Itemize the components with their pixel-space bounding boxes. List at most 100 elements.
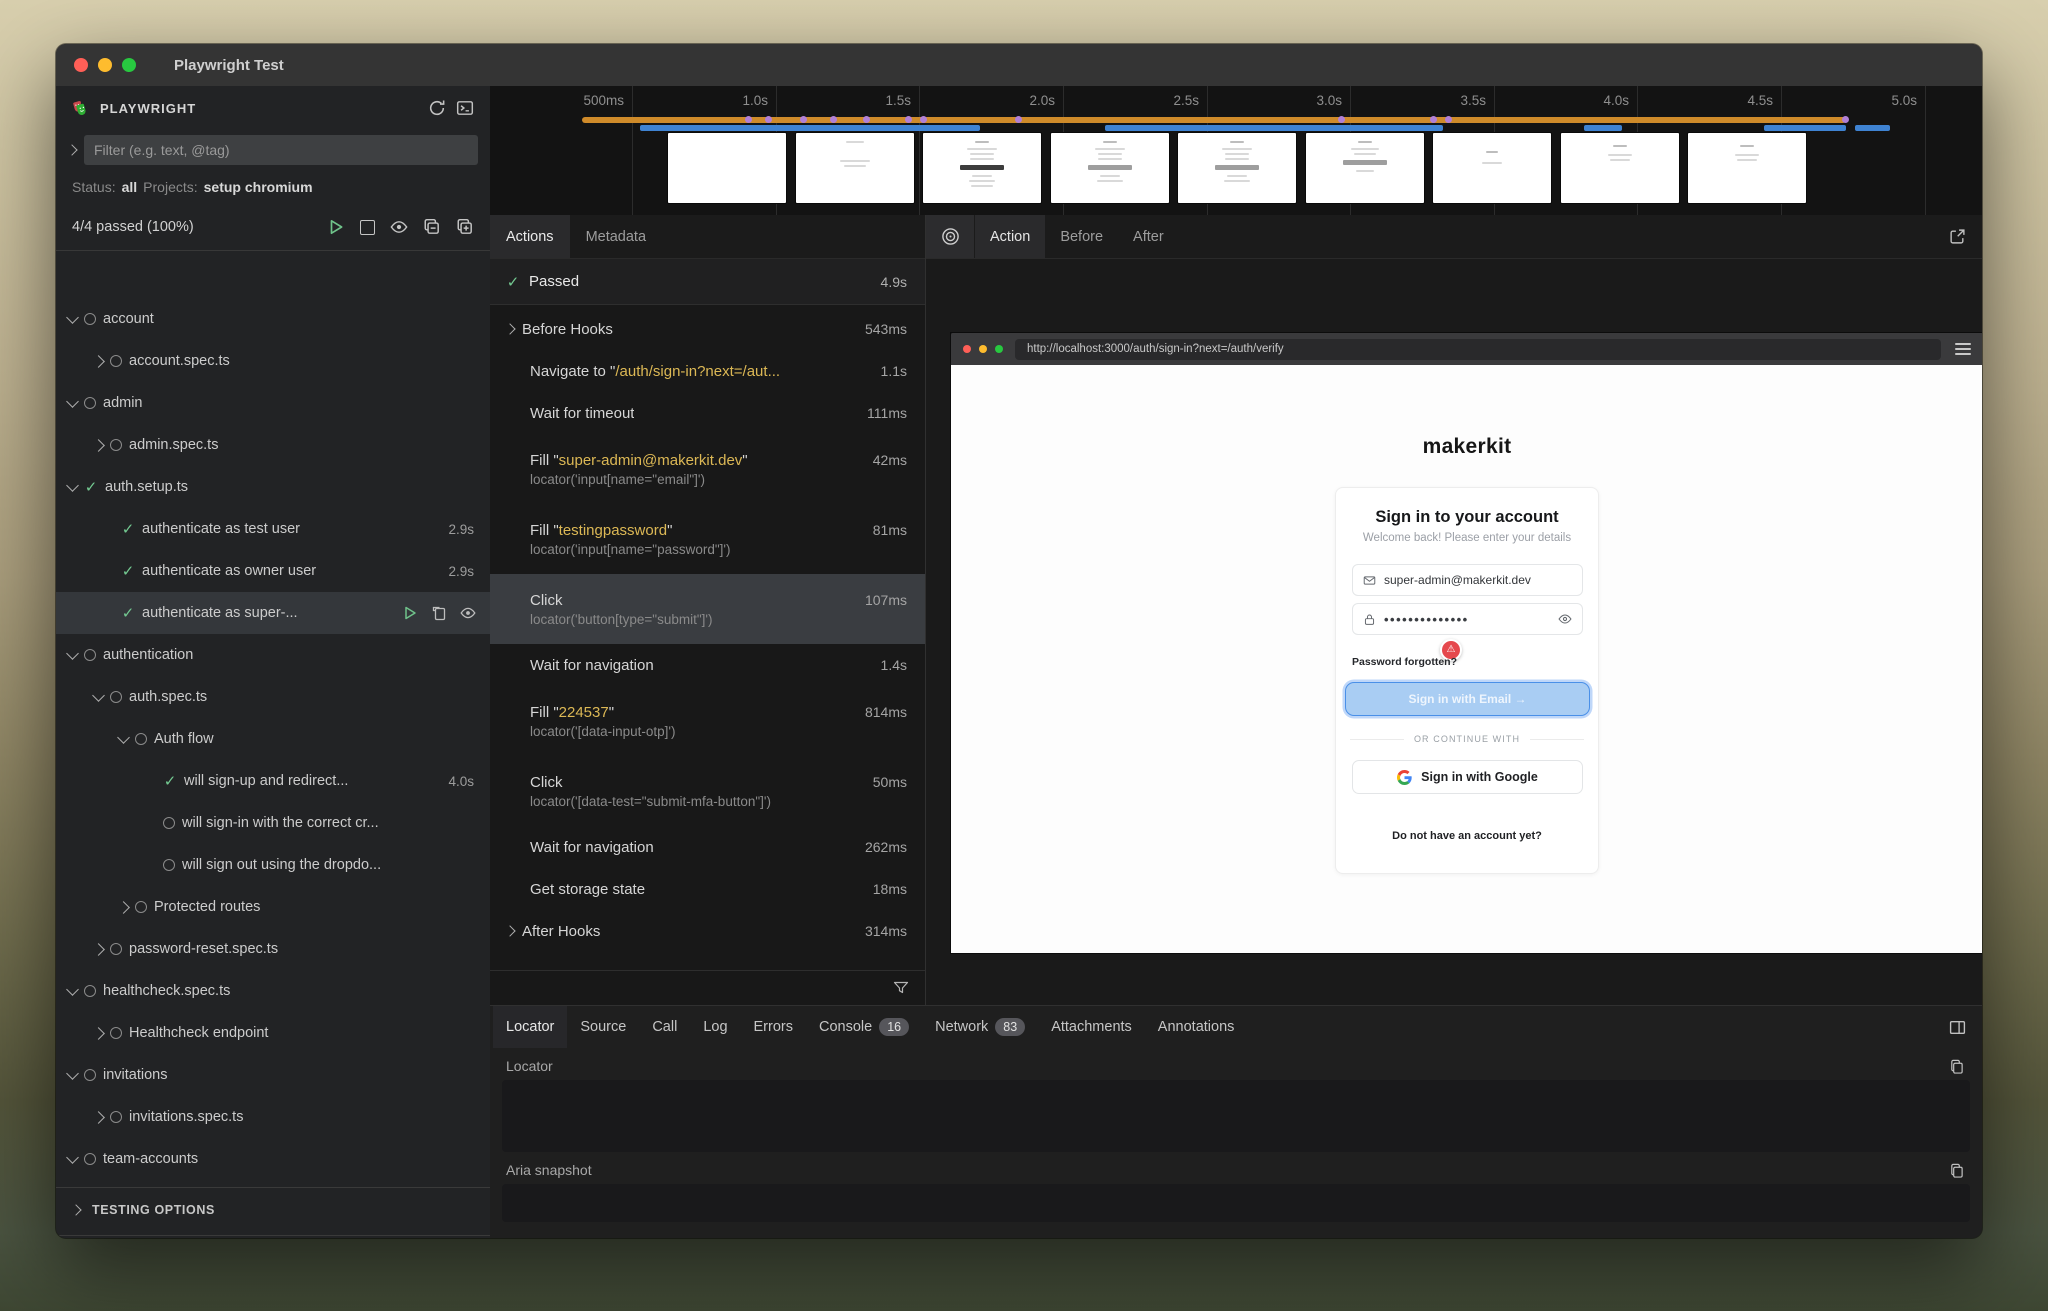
tree-item-signout-dropdown[interactable]: will sign out using the dropdo...	[56, 844, 490, 886]
chevron-down-icon[interactable]	[66, 311, 79, 324]
section-testing-options[interactable]: TESTING OPTIONS	[56, 1187, 490, 1232]
tab-call[interactable]: Call	[639, 1006, 690, 1048]
minimize-window-button[interactable]	[98, 58, 112, 72]
chevron-right-icon[interactable]	[92, 1111, 105, 1124]
show-password-eye-icon[interactable]	[1558, 612, 1572, 626]
tab-attachments[interactable]: Attachments	[1038, 1006, 1145, 1048]
chevron-right-icon[interactable]	[504, 323, 515, 334]
tree-item-auth-flow[interactable]: Auth flow	[56, 718, 490, 760]
film-strip-frame[interactable]	[923, 133, 1041, 203]
chevron-down-icon[interactable]	[66, 647, 79, 660]
film-strip-frame[interactable]	[1306, 133, 1424, 203]
open-external-icon[interactable]	[1949, 215, 1982, 258]
chevron-right-icon[interactable]	[92, 355, 105, 368]
tree-item-auth-setup[interactable]: auth.setup.ts	[56, 466, 490, 508]
signup-prompt-link[interactable]: Do not have an account yet?	[1336, 830, 1598, 842]
action-get-storage-state[interactable]: Get storage state 18ms	[490, 868, 925, 910]
action-fill-password[interactable]: Fill "testingpassword" 81ms locator('inp…	[490, 504, 925, 574]
reload-icon[interactable]	[428, 99, 446, 117]
copy-icon[interactable]	[1949, 1059, 1964, 1074]
chevron-down-icon[interactable]	[66, 479, 79, 492]
signin-google-button[interactable]: Sign in with Google	[1352, 760, 1583, 794]
film-strip-frame[interactable]	[1561, 133, 1679, 203]
tree-item-auth-super-admin[interactable]: authenticate as super-...	[56, 592, 490, 634]
chevron-right-icon[interactable]	[92, 439, 105, 452]
chevron-right-icon[interactable]	[66, 144, 77, 155]
film-strip-frame[interactable]	[1178, 133, 1296, 203]
tree-item-auth-test-user[interactable]: authenticate as test user2.9s	[56, 508, 490, 550]
chevron-right-icon[interactable]	[92, 1027, 105, 1040]
action-fill-email[interactable]: Fill "super-admin@makerkit.dev" 42ms loc…	[490, 434, 925, 504]
tree-item-auth-owner-user[interactable]: authenticate as owner user2.9s	[56, 550, 490, 592]
film-strip-frame[interactable]	[796, 133, 914, 203]
tree-item-signin-correct[interactable]: will sign-in with the correct cr...	[56, 802, 490, 844]
chevron-down-icon[interactable]	[66, 395, 79, 408]
action-click-submit[interactable]: Click 107ms locator('button[type="submit…	[490, 574, 925, 644]
tree-item-protected-routes[interactable]: Protected routes	[56, 886, 490, 928]
tab-annotations[interactable]: Annotations	[1145, 1006, 1248, 1048]
tree-item-healthcheck-endpoint[interactable]: Healthcheck endpoint	[56, 1012, 490, 1054]
tab-actions[interactable]: Actions	[490, 215, 570, 258]
tree-item-admin-spec[interactable]: admin.spec.ts	[56, 424, 490, 466]
tab-errors[interactable]: Errors	[741, 1006, 806, 1048]
run-test-icon[interactable]	[402, 605, 418, 621]
film-strip-frame[interactable]	[668, 133, 786, 203]
forgot-password-link[interactable]: Password forgotten?	[1352, 656, 1457, 668]
film-strip-frame[interactable]	[1433, 133, 1551, 203]
source-file-icon[interactable]	[431, 605, 447, 621]
film-strip-frame[interactable]	[1688, 133, 1806, 203]
pick-locator-target-icon[interactable]	[926, 215, 975, 258]
page-snapshot[interactable]: http://localhost:3000/auth/sign-in?next=…	[951, 333, 1982, 953]
tree-item-team-accounts[interactable]: team-accounts	[56, 1138, 490, 1180]
tree-item-invitations[interactable]: invitations	[56, 1054, 490, 1096]
run-all-button[interactable]	[327, 218, 345, 236]
action-click-mfa[interactable]: Click 50ms locator('[data-test="submit-m…	[490, 756, 925, 826]
status-value[interactable]: all	[122, 179, 138, 195]
tree-item-signup-redirect[interactable]: will sign-up and redirect...4.0s	[56, 760, 490, 802]
aria-snapshot-editor[interactable]	[502, 1184, 1970, 1222]
tree-item-healthcheck-spec[interactable]: healthcheck.spec.ts	[56, 970, 490, 1012]
chevron-right-icon[interactable]	[92, 943, 105, 956]
tree-item-admin[interactable]: admin	[56, 382, 490, 424]
stop-button[interactable]	[360, 220, 375, 235]
action-fill-otp[interactable]: Fill "224537" 814ms locator('[data-input…	[490, 686, 925, 756]
tab-after[interactable]: After	[1118, 215, 1179, 258]
chevron-down-icon[interactable]	[92, 689, 105, 702]
action-wait-navigation-2[interactable]: Wait for navigation 262ms	[490, 826, 925, 868]
tab-action[interactable]: Action	[975, 215, 1045, 258]
watch-eye-icon[interactable]	[390, 218, 408, 236]
tab-locator[interactable]: Locator	[493, 1006, 567, 1048]
tree-item-account[interactable]: account	[56, 298, 490, 340]
locator-editor[interactable]	[502, 1080, 1970, 1152]
section-settings[interactable]: SETTINGS	[56, 1235, 490, 1238]
watch-eye-icon[interactable]	[460, 605, 476, 621]
chevron-right-icon[interactable]	[117, 901, 130, 914]
action-wait-navigation[interactable]: Wait for navigation 1.4s	[490, 644, 925, 686]
tree-item-auth-spec[interactable]: auth.spec.ts	[56, 676, 490, 718]
action-navigate[interactable]: Navigate to "/auth/sign-in?next=/aut... …	[490, 350, 925, 392]
chevron-down-icon[interactable]	[66, 1151, 79, 1164]
password-field[interactable]: ••••••••••••••	[1352, 603, 1583, 635]
copy-icon[interactable]	[1949, 1163, 1964, 1178]
tab-before[interactable]: Before	[1045, 215, 1118, 258]
tab-source[interactable]: Source	[567, 1006, 639, 1048]
tree-item-password-reset-spec[interactable]: password-reset.spec.ts	[56, 928, 490, 970]
tree-item-invitations-spec[interactable]: invitations.spec.ts	[56, 1096, 490, 1138]
tab-network[interactable]: Network83	[922, 1006, 1038, 1048]
projects-value[interactable]: setup chromium	[204, 179, 313, 195]
terminal-icon[interactable]	[456, 99, 474, 117]
chevron-down-icon[interactable]	[66, 1067, 79, 1080]
chevron-right-icon[interactable]	[504, 925, 515, 936]
split-view-icon[interactable]	[1949, 1019, 1982, 1036]
tab-metadata[interactable]: Metadata	[570, 215, 662, 258]
tree-item-account-spec[interactable]: account.spec.ts	[56, 340, 490, 382]
chevron-down-icon[interactable]	[117, 731, 130, 744]
filter-input[interactable]	[84, 135, 478, 165]
tree-item-authentication[interactable]: authentication	[56, 634, 490, 676]
trace-timeline[interactable]: 500ms 1.0s 1.5s 2.0s 2.5s 3.0s 3.5s 4.0s…	[490, 86, 1982, 216]
filter-funnel-icon[interactable]	[893, 980, 909, 996]
action-after-hooks[interactable]: After Hooks 314ms	[490, 910, 925, 952]
signin-email-button[interactable]: Sign in with Email →	[1345, 682, 1590, 716]
close-window-button[interactable]	[74, 58, 88, 72]
maximize-window-button[interactable]	[122, 58, 136, 72]
